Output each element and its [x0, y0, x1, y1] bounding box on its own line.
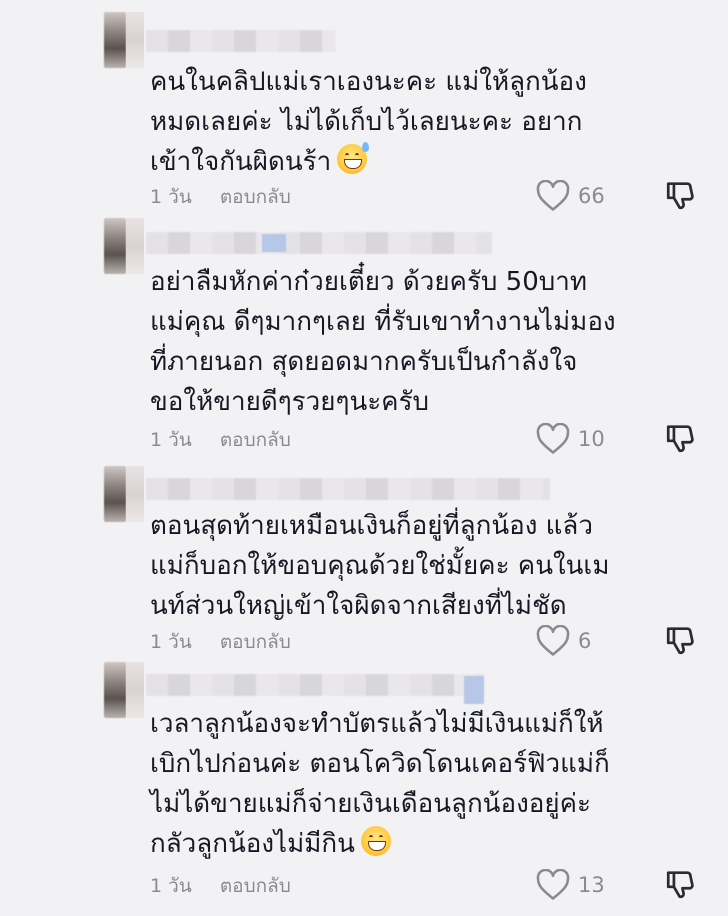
username-blurred[interactable]: [146, 30, 336, 52]
username-blur-accent: [262, 234, 286, 252]
dislike-button[interactable]: [664, 178, 702, 216]
avatar[interactable]: [104, 218, 126, 274]
heart-outline-icon: [536, 180, 570, 211]
like-count: 10: [578, 427, 605, 451]
comment-meta: 1 วัน ตอบกลับ: [150, 182, 291, 212]
grin-emoji: [360, 826, 391, 856]
thumbs-down-icon: [666, 627, 694, 655]
username-blurred[interactable]: [146, 232, 492, 254]
comment-meta: 1 วัน ตอบกลับ: [150, 871, 291, 901]
heart-outline-icon: [536, 869, 570, 900]
dislike-button[interactable]: [664, 623, 702, 661]
dislike-button[interactable]: [664, 421, 702, 459]
username-blur-accent: [464, 676, 484, 704]
like-count: 6: [578, 629, 592, 653]
comment-time: 1 วัน: [150, 875, 192, 897]
heart-outline-icon: [536, 625, 570, 656]
avatar[interactable]: [104, 466, 126, 522]
dislike-button[interactable]: [664, 867, 702, 905]
comment-time: 1 วัน: [150, 429, 192, 451]
heart-outline-icon: [536, 423, 570, 454]
like-count: 66: [578, 184, 605, 208]
comment-meta: 1 วัน ตอบกลับ: [150, 627, 291, 657]
avatar-blur: [126, 662, 144, 718]
sweat-smile-emoji: [337, 142, 370, 174]
avatar[interactable]: [104, 662, 126, 718]
avatar-blur: [126, 12, 144, 68]
comment-text: ตอนสุดท้ายเหมือนเงินก็อยู่ที่ลูกน้อง แล้…: [150, 511, 610, 621]
comment-time: 1 วัน: [150, 631, 192, 653]
reply-button[interactable]: ตอบกลับ: [220, 631, 291, 653]
comment-meta: 1 วัน ตอบกลับ: [150, 425, 291, 455]
comment-text: อย่าลืมหักค่าก๋วยเตี๋ยว ด้วยครับ 50บาท แ…: [150, 267, 616, 417]
like-button[interactable]: 6: [536, 624, 626, 658]
like-count: 13: [578, 873, 605, 897]
like-button[interactable]: 10: [536, 422, 626, 456]
thumbs-down-icon: [666, 182, 694, 210]
avatar-blur: [126, 218, 144, 274]
thumbs-down-icon: [666, 871, 694, 899]
comment-text: คนในคลิปแม่เราเองนะคะ แม่ให้ลูกน้อง หมดเ…: [150, 67, 587, 177]
reply-button[interactable]: ตอบกลับ: [220, 186, 291, 208]
username-blurred[interactable]: [146, 674, 484, 696]
avatar[interactable]: [104, 12, 126, 68]
comment-time: 1 วัน: [150, 186, 192, 208]
thumbs-down-icon: [666, 425, 694, 453]
reply-button[interactable]: ตอบกลับ: [220, 875, 291, 897]
reply-button[interactable]: ตอบกลับ: [220, 429, 291, 451]
like-button[interactable]: 13: [536, 868, 626, 902]
comment-text: เวลาลูกน้องจะทำบัตรแล้วไม่มีเงินแม่ก็ให้…: [150, 709, 610, 859]
like-button[interactable]: 66: [536, 179, 626, 213]
avatar-blur: [126, 466, 144, 522]
username-blurred[interactable]: [146, 478, 550, 500]
